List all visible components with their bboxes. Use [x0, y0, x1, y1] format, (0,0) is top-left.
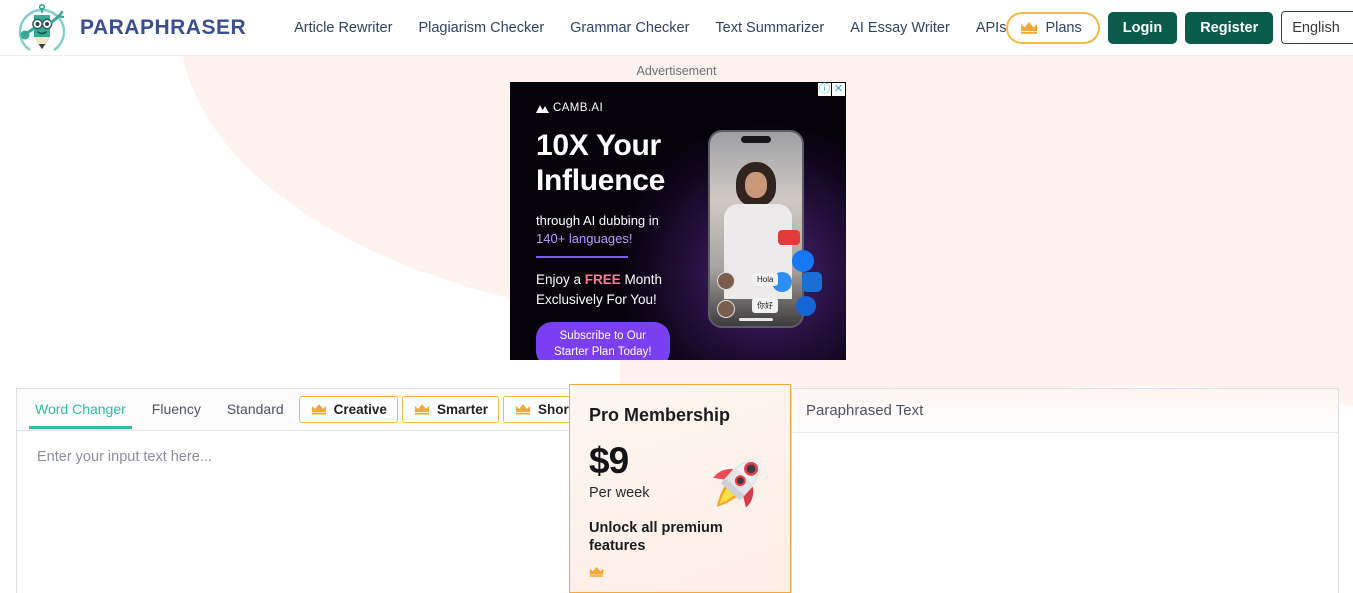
nav-item-ai-essay-writer[interactable]: AI Essay Writer [850, 20, 950, 36]
tab-standard[interactable]: Standard [215, 391, 296, 428]
ad-subline-highlight: 140+ languages! [536, 231, 633, 247]
heart-reaction-icon [778, 230, 800, 245]
brand[interactable]: PARAPHRASER [14, 2, 246, 54]
ad-subline: through AI dubbing in 140+ languages! [536, 212, 659, 249]
nav-item-plagiarism-checker[interactable]: Plagiarism Checker [418, 20, 544, 36]
rocket-icon [704, 443, 778, 517]
crown-icon [310, 403, 328, 416]
ad-mountain-icon [536, 105, 549, 113]
ad-offer-prefix: Enjoy a [536, 272, 585, 287]
ad-person-face [745, 172, 767, 198]
plans-button-label: Plans [1045, 19, 1082, 36]
tab-creative-label: Creative [333, 402, 387, 417]
tab-creative[interactable]: Creative [298, 396, 398, 423]
ad-offer-suffix: Month [620, 272, 663, 287]
advertisement-banner[interactable]: ⓘ ✕ CAMB.AI 10X Your Influence through A… [510, 82, 846, 360]
workspace: Word Changer Fluency Standard Creative S… [0, 384, 1353, 593]
paraphraser-mascot-logo-icon [14, 2, 70, 54]
login-button[interactable]: Login [1107, 11, 1178, 44]
ad-info-icon[interactable]: ⓘ [818, 83, 831, 96]
plans-button[interactable]: Plans [1006, 11, 1100, 44]
ad-phone-notch [741, 136, 771, 143]
pro-membership-unlock-text: Unlock all premium features [589, 520, 723, 555]
nav-item-text-summarizer[interactable]: Text Summarizer [715, 20, 824, 36]
nav-item-grammar-checker[interactable]: Grammar Checker [570, 20, 689, 36]
input-panel: Word Changer Fluency Standard Creative S… [16, 388, 600, 593]
output-textarea[interactable] [792, 433, 1338, 593]
crown-icon [514, 403, 532, 416]
register-button[interactable]: Register [1185, 11, 1274, 44]
brand-name: PARAPHRASER [80, 15, 247, 39]
main-navigation: Article Rewriter Plagiarism Checker Gram… [294, 20, 1006, 36]
language-select-value: English [1292, 19, 1340, 36]
site-header: PARAPHRASER Article Rewriter Plagiarism … [0, 0, 1353, 56]
mode-tabbar: Word Changer Fluency Standard Creative S… [17, 389, 600, 431]
ad-brand-logo: CAMB.AI [536, 102, 603, 114]
tab-smarter-label: Smarter [436, 402, 488, 417]
tab-smarter[interactable]: Smarter [401, 396, 499, 423]
ad-avatar-1 [717, 272, 735, 290]
output-panel: Paraphrased Text [791, 388, 1339, 593]
input-textarea[interactable]: Enter your input text here... [17, 431, 568, 593]
share-reaction-icon [796, 296, 816, 316]
header-actions: Plans Login Register English ▾ [1006, 11, 1353, 44]
thumbs-up-reaction-icon [792, 250, 814, 272]
nav-item-article-rewriter[interactable]: Article Rewriter [294, 20, 392, 36]
ad-headline: 10X Your Influence [536, 129, 665, 198]
ad-cta-line1: Subscribe to Our [559, 330, 646, 342]
ad-subline-plain: through AI dubbing in [536, 213, 659, 228]
pro-membership-feature-row [589, 565, 790, 578]
ad-close-icon[interactable]: ✕ [832, 83, 845, 96]
ad-brand-name: CAMB.AI [553, 102, 604, 114]
ad-cta-line2: Starter Plan Today! [554, 345, 652, 358]
output-panel-title: Paraphrased Text [792, 389, 1338, 433]
ad-cta-button[interactable]: Subscribe to Our Starter Plan Today! [536, 322, 670, 360]
ad-phone-home-indicator [739, 318, 773, 321]
language-select[interactable]: English ▾ [1281, 11, 1353, 44]
crown-icon [589, 565, 607, 578]
ad-avatar-2 [717, 300, 735, 318]
comment-reaction-icon [802, 272, 822, 292]
tab-word-changer[interactable]: Word Changer [23, 391, 138, 429]
tab-fluency[interactable]: Fluency [140, 391, 213, 428]
pro-membership-card[interactable]: Pro Membership $9 Per week Unlock all pr… [569, 384, 791, 593]
advertisement-label: Advertisement [636, 64, 717, 78]
crown-icon [413, 403, 431, 416]
ad-badges: ⓘ ✕ [818, 83, 845, 96]
nav-item-apis[interactable]: APIs [976, 20, 1007, 36]
ad-offer-free: FREE [584, 272, 621, 287]
page-root: PARAPHRASER Article Rewriter Plagiarism … [0, 0, 1353, 593]
crown-icon [1020, 21, 1038, 34]
pro-membership-title: Pro Membership [589, 405, 731, 425]
ad-divider [536, 256, 628, 258]
ad-offer: Enjoy a FREE Month Exclusively For You! [536, 270, 662, 311]
ad-caption-chip-2: 你好 [752, 298, 778, 313]
ad-offer-line2: Exclusively For You! [536, 292, 657, 308]
ad-caption-chip-1: Hola [752, 273, 779, 286]
